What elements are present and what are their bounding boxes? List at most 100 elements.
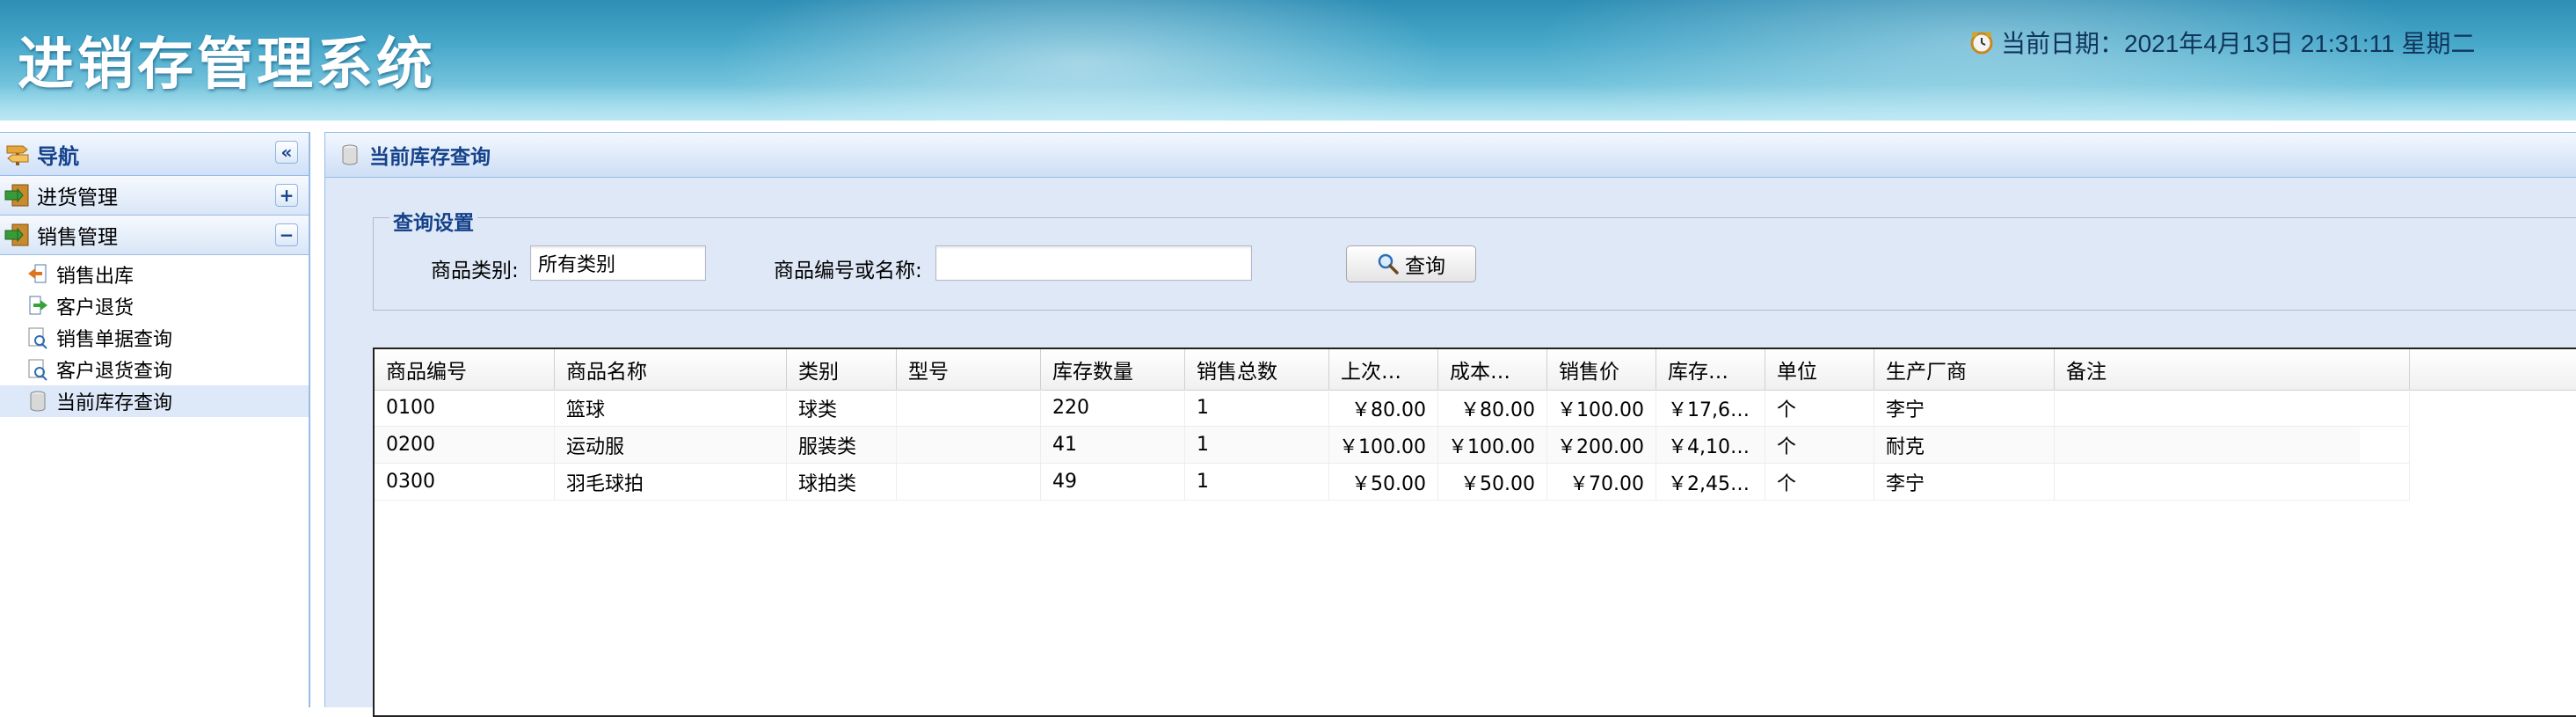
column-header[interactable]: 成本… (1438, 349, 1547, 390)
table-cell: ￥100.00 (1438, 427, 1547, 464)
nav-group-sales[interactable]: 销售管理 − (0, 216, 309, 255)
query-button-label: 查询 (1405, 255, 1445, 278)
nav-group-label: 销售管理 (37, 226, 118, 249)
table-cell: ￥50.00 (1438, 464, 1547, 501)
table-row[interactable]: 0200 运动服 服装类 41 1 ￥100.00 ￥100.00 ￥200.00 ￥4,10…… (375, 427, 2410, 464)
column-header[interactable]: 单位 (1765, 349, 1874, 390)
nav-item-label: 销售单据查询 (56, 329, 173, 351)
date-text: 当前日期：2021年4月13日 21:31:11 星期二 (2001, 30, 2476, 57)
query-settings-legend: 查询设置 (389, 206, 477, 236)
nav-item-label: 客户退货 (56, 297, 135, 319)
search-icon (1378, 253, 1399, 274)
nav-item-stock-query[interactable]: 当前库存查询 (0, 385, 309, 417)
table-cell: 羽毛球拍 (555, 464, 787, 501)
column-header[interactable]: 商品名称 (555, 349, 787, 390)
plus-icon: + (279, 185, 295, 206)
table-row[interactable]: 0100 篮球 球类 220 1 ￥80.00 ￥80.00 ￥100.00 ￥17,6… 个李宁 (375, 390, 2410, 427)
keyword-input[interactable] (935, 245, 1252, 281)
table-cell (897, 390, 1041, 427)
column-header[interactable]: 上次… (1329, 349, 1438, 390)
table-cell: 1 (1185, 390, 1329, 427)
nav-item-label: 当前库存查询 (56, 392, 173, 414)
column-header[interactable]: 类别 (787, 349, 897, 390)
table-cell (2055, 390, 2410, 427)
arrow-right-icon (29, 296, 47, 315)
sales-door-icon (4, 223, 29, 246)
table-cell: 球拍类 (787, 464, 897, 501)
column-header[interactable]: 商品编号 (375, 349, 555, 390)
signpost-icon (6, 145, 29, 165)
nav-item-label: 销售出库 (56, 266, 135, 288)
double-chevron-left-icon: « (280, 142, 293, 163)
app-header: 进销存管理系统 当前日期：2021年4月13日 21:31:11 星期二 (0, 0, 2576, 121)
table-cell: ￥200.00 (1547, 427, 1656, 464)
table-cell: 篮球 (555, 390, 787, 427)
table-cell: 李宁 (1874, 464, 2055, 501)
purchase-door-icon (4, 184, 29, 207)
table-cell: 个 (1765, 390, 1874, 427)
column-header[interactable]: 型号 (897, 349, 1041, 390)
nav-item-return-query[interactable]: 客户退货查询 (0, 354, 309, 385)
table-cell: ￥4,10… (1656, 427, 1765, 464)
table-cell: ￥100.00 (1547, 390, 1656, 427)
column-header[interactable]: 备注 (2055, 349, 2410, 390)
current-date: 当前日期：2021年4月13日 21:31:11 星期二 (1969, 25, 2475, 60)
nav-item-sales-out[interactable]: 销售出库 (0, 259, 309, 290)
table-cell: ￥80.00 (1438, 390, 1547, 427)
column-header[interactable]: 库存… (1656, 349, 1765, 390)
minus-icon: − (279, 224, 295, 245)
table-cell: 0300 (375, 464, 555, 501)
table-cell: 41 (1041, 427, 1185, 464)
table-cell: ￥17,6… (1656, 390, 1765, 427)
database-icon (30, 391, 46, 412)
table-cell: 耐克 (1874, 427, 2055, 464)
table-cell (897, 427, 1041, 464)
table-cell: ￥50.00 (1329, 464, 1438, 501)
nav-group-label: 进货管理 (37, 187, 118, 209)
table-cell: 1 (1185, 427, 1329, 464)
collapse-group-button[interactable]: − (275, 223, 298, 246)
app-title: 进销存管理系统 (18, 32, 436, 98)
table-cell: 0200 (375, 427, 555, 464)
table-cell: 个 (1765, 427, 1874, 464)
column-header[interactable]: 销售价 (1547, 349, 1656, 390)
nav-title: 导航 (37, 143, 79, 169)
table-cell: ￥2,45… (1656, 464, 1765, 501)
query-button[interactable]: 查询 (1346, 245, 1476, 282)
column-header[interactable]: 销售总数 (1185, 349, 1329, 390)
table-cell (2055, 464, 2410, 501)
table-cell: 球类 (787, 390, 897, 427)
table-cell: 1 (1185, 464, 1329, 501)
collapse-nav-button[interactable]: « (275, 141, 298, 164)
table-cell: ￥100.00 (1329, 427, 1438, 464)
arrow-left-icon (28, 264, 47, 283)
category-label: 商品类别: (431, 260, 519, 282)
sales-menu: 销售出库 客户退货 销售单据查询 客户退货查询 当前库存查询 (0, 255, 309, 417)
table-cell: 服装类 (787, 427, 897, 464)
table-cell: ￥80.00 (1329, 390, 1438, 427)
nav-item-sales-order-query[interactable]: 销售单据查询 (0, 322, 309, 354)
column-header[interactable]: 生产厂商 (1874, 349, 2055, 390)
category-value: 所有类别 (538, 254, 616, 276)
table-cell: 220 (1041, 390, 1185, 427)
nav-item-label: 客户退货查询 (56, 361, 173, 383)
category-select[interactable]: 所有类别 (530, 245, 706, 281)
nav-panel-header: 导航 « (0, 132, 309, 176)
main-panel: 当前库存查询 查询设置 商品类别: 所有类别 商品编号或名称: 查询 商品编号商… (324, 132, 2576, 717)
stock-grid: 商品编号 商品名称 类别 型号 库存数量 销售总数 上次… 成本… 销售价 库存… 单位 生产厂商 备注… (373, 348, 2576, 717)
column-header[interactable]: 库存数量 (1041, 349, 1185, 390)
document-search-icon (28, 327, 47, 349)
expand-group-button[interactable]: + (275, 184, 298, 207)
nav-group-purchase[interactable]: 进货管理 + (0, 176, 309, 216)
table-row[interactable]: 0300 羽毛球拍 球拍类 49 1 ￥50.00 ￥50.00 ￥70.00 ￥2,45… 个李… (375, 464, 2410, 501)
table-cell: 49 (1041, 464, 1185, 501)
table-cell: 个 (1765, 464, 1874, 501)
nav-item-customer-return[interactable]: 客户退货 (0, 290, 309, 322)
main-panel-header: 当前库存查询 (325, 132, 2576, 178)
document-search-icon (28, 359, 47, 381)
grid-header: 商品编号 商品名称 类别 型号 库存数量 销售总数 上次… 成本… 销售价 库存… 单位 生产厂商 备注 (375, 349, 2576, 391)
database-icon (342, 144, 358, 165)
table-cell: ￥70.00 (1547, 464, 1656, 501)
table-cell: 李宁 (1874, 390, 2055, 427)
keyword-label: 商品编号或名称: (774, 260, 922, 282)
